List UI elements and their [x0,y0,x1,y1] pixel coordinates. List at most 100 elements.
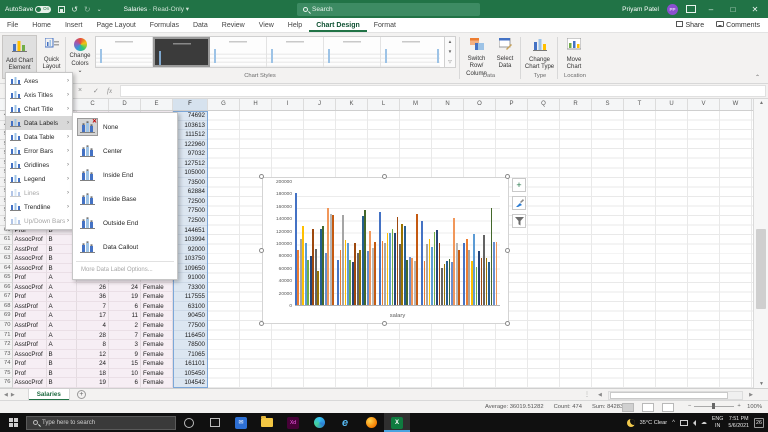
cell[interactable]: B [47,359,77,369]
submenu-item-data-callout[interactable]: Data Callout [73,235,177,259]
cell[interactable]: 63100 [173,301,208,312]
cell[interactable]: 19 [77,378,109,388]
formula-input[interactable] [120,85,766,97]
cell[interactable]: Female [141,330,173,341]
chart-style-thumbnail[interactable] [267,37,324,67]
column-header-m[interactable]: M [400,99,432,110]
cell[interactable]: Prof [13,330,47,341]
share-button[interactable]: Share [676,21,704,29]
cell[interactable]: 36 [77,292,109,302]
cell[interactable]: AssocProf [13,282,47,293]
tab-insert[interactable]: Insert [58,18,90,32]
page-break-view-button[interactable] [662,402,674,412]
column-header-t[interactable]: T [624,99,656,110]
cell[interactable]: 19 [109,292,141,302]
cell[interactable]: AssocProf [13,235,47,245]
column-header-q[interactable]: Q [528,99,560,110]
sheet-nav-arrows[interactable]: ◀▶ [4,392,18,398]
speaker-icon[interactable] [692,419,696,426]
column-header-g[interactable]: G [208,99,240,110]
cell[interactable]: 161101 [173,359,208,369]
cell[interactable]: Female [141,282,173,293]
cell[interactable]: Prof [13,368,47,379]
column-header-s[interactable]: S [592,99,624,110]
cell[interactable]: 91000 [173,273,208,283]
undo-icon[interactable]: ↺ [71,5,78,14]
column-header-n[interactable]: N [432,99,464,110]
menu-item-more-data-label-options[interactable]: More Data Label Options... [73,264,177,277]
cell[interactable]: 92000 [173,244,208,255]
autosave-toggle[interactable]: AutoSave On [5,5,52,13]
menu-item-axis-titles[interactable]: Axis Titles › [6,88,72,102]
tab-chart-design[interactable]: Chart Design [309,18,367,32]
chart-handle[interactable] [259,174,264,179]
cell[interactable]: 97032 [173,149,208,159]
cell[interactable]: 62884 [173,187,208,197]
cell[interactable]: A [47,340,77,350]
cell[interactable]: 28 [77,330,109,341]
cell[interactable]: 90450 [173,311,208,322]
cell[interactable]: 105000 [173,168,208,178]
search-box[interactable]: Search [297,2,480,16]
row-header[interactable]: 74 [0,359,13,369]
cell[interactable]: 2 [109,321,141,331]
submenu-item-inside-end[interactable]: Inside End [73,163,177,187]
cell[interactable]: 10 [109,368,141,379]
scroll-right-icon[interactable]: ▶ [749,392,753,398]
cell[interactable]: A [47,311,77,322]
cell[interactable]: AssocProf [13,349,47,360]
row-header[interactable]: 68 [0,301,13,312]
cell[interactable]: 17 [77,311,109,322]
cortana-button[interactable] [176,413,202,432]
row-header[interactable]: 62 [0,244,13,255]
column-header-i[interactable]: I [272,99,304,110]
cell[interactable]: Female [141,311,173,322]
chart-style-thumbnail-selected[interactable] [153,37,210,67]
tray-expand-chevron-icon[interactable]: ^ [672,420,675,426]
row-header[interactable]: 64 [0,263,13,274]
cell[interactable]: 24 [77,359,109,369]
new-sheet-icon[interactable]: + [76,390,86,399]
taskbar-app-xd[interactable]: Xd [280,413,306,432]
cell[interactable]: Female [141,321,173,331]
cell[interactable]: 15 [109,359,141,369]
cell[interactable]: 109650 [173,263,208,274]
horizontal-scroll-thumb[interactable] [610,391,728,399]
chart-style-thumbnail[interactable] [324,37,381,67]
cell[interactable]: B [47,378,77,388]
cell[interactable]: A [47,330,77,341]
column-header-w[interactable]: W [720,99,752,110]
cell[interactable]: 103994 [173,235,208,245]
row-header[interactable]: 63 [0,254,13,264]
cell[interactable]: 6 [109,378,141,388]
sheet-tab-salaries[interactable]: Salaries [27,388,70,401]
avatar[interactable]: PP [667,3,678,15]
cell[interactable]: 105450 [173,368,208,379]
cell[interactable]: AsstProf [13,321,47,331]
weather-text[interactable]: 35°C Clear [640,420,667,426]
taskbar-app-firefox[interactable] [358,413,384,432]
submenu-item-outside-end[interactable]: Outside End [73,211,177,235]
submenu-item-inside-base[interactable]: Inside Base [73,187,177,211]
tab-home[interactable]: Home [25,18,58,32]
cell[interactable]: AssocProf [13,263,47,274]
row-header[interactable]: 61 [0,235,13,245]
cell[interactable]: 71065 [173,349,208,360]
cell[interactable]: A [47,292,77,302]
gallery-more-icon[interactable]: ▽ [448,59,451,65]
column-header-j[interactable]: J [304,99,336,110]
maximize-button[interactable]: □ [726,5,740,14]
column-header-p[interactable]: P [496,99,528,110]
row-header[interactable]: 69 [0,311,13,322]
embedded-chart[interactable]: 200000 180000 160000 140000 120000 100000 8000… [262,177,509,324]
column-header-h[interactable]: H [240,99,272,110]
user-name[interactable]: Priyam Patel [622,6,659,13]
tab-split-handle[interactable]: ⋮ [584,391,590,398]
cell[interactable]: Female [141,292,173,302]
vertical-scrollbar[interactable]: ▲ ▼ [753,99,768,388]
zoom-out-icon[interactable]: − [688,403,691,409]
row-header[interactable]: 66 [0,282,13,293]
zoom-in-icon[interactable]: + [737,403,740,409]
language-indicator[interactable]: ENG IN [712,416,723,428]
cell[interactable]: 18 [77,368,109,379]
